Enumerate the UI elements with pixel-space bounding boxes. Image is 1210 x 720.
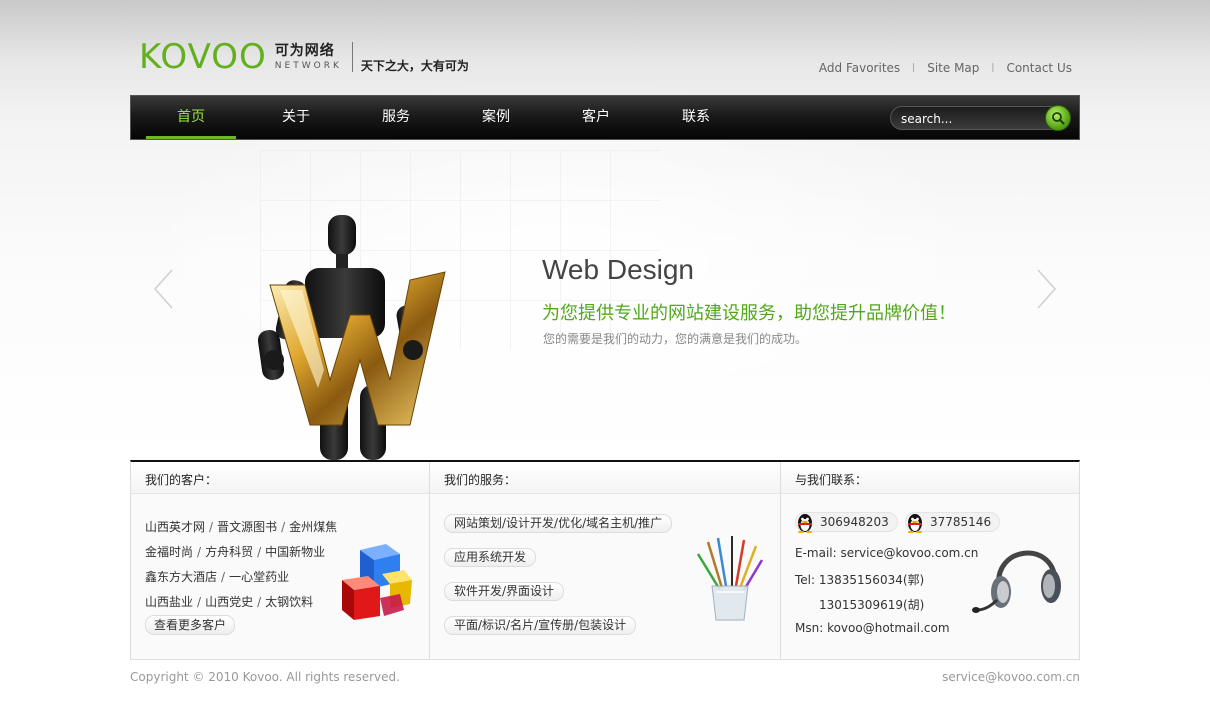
contact-msn: Msn: kovoo@hotmail.com	[795, 621, 950, 635]
services-panel: 我们的服务： 网站策划/设计开发/优化/域名主机/推广 应用系统开发 软件开发/…	[430, 462, 781, 660]
copyright-text: Copyright © 2010 Kovoo. All rights reser…	[130, 670, 400, 684]
search-input[interactable]	[901, 110, 1031, 128]
next-slide-button[interactable]	[1034, 268, 1058, 310]
nav-item-home[interactable]: 首页	[146, 96, 236, 139]
nav-item-contact[interactable]: 联系	[646, 96, 746, 139]
service-item[interactable]: 软件开发/界面设计	[444, 582, 565, 601]
client-link[interactable]: 金福时尚	[145, 545, 193, 559]
link-separator: |	[912, 63, 916, 73]
logo-en: NETWORK	[274, 61, 342, 71]
nav-item-clients[interactable]: 客户	[546, 96, 646, 139]
mannequin-w-illustration	[257, 215, 446, 460]
clients-heading: 我们的客户：	[131, 462, 429, 494]
add-favorites-link[interactable]: Add Favorites	[819, 61, 900, 75]
client-link[interactable]: 一心堂药业	[229, 570, 289, 584]
footer-email[interactable]: service@kovoo.com.cn	[942, 670, 1080, 684]
site-footer: Copyright © 2010 Kovoo. All rights reser…	[130, 670, 1080, 684]
client-link[interactable]: 山西党史	[205, 595, 253, 609]
nav-item-services[interactable]: 服务	[346, 96, 446, 139]
clients-row: 山西盐业 / 山西党史 / 太钢饮料	[145, 595, 314, 609]
search-box	[890, 105, 1071, 131]
client-link[interactable]: 金州煤焦	[289, 520, 337, 534]
headset-illustration	[972, 550, 1061, 613]
banner-description: 您的需要是我们的动力，您的满意是我们的成功。	[543, 332, 808, 346]
clients-row: 鑫东方大酒店 / 一心堂药业	[145, 570, 290, 584]
qq-contact[interactable]: 306948203	[795, 512, 898, 533]
service-item[interactable]: 网站策划/设计开发/优化/域名主机/推广	[444, 514, 673, 533]
hero-banner: Web Design 为您提供专业的网站建设服务，助您提升品牌价值！ 您的需要是…	[130, 140, 1080, 460]
main-nav: 首页 关于 服务 案例 客户 联系	[130, 95, 1080, 140]
contact-tel-2: 13015309619(胡)	[819, 598, 925, 612]
qq-penguin-icon	[798, 514, 812, 533]
service-item[interactable]: 平面/标识/名片/宣传册/包装设计	[444, 616, 637, 635]
link-separator: |	[991, 63, 995, 73]
color-cubes-illustration	[342, 544, 412, 620]
pencil-cup-illustration	[696, 536, 764, 621]
clients-list: 山西英才网 / 晋文源图书 / 金州煤焦 金福时尚 / 方舟科贸 / 中国新物业 鑫东方大酒店 /…	[145, 515, 337, 615]
client-link[interactable]: 太钢饮料	[265, 595, 313, 609]
client-link[interactable]: 方舟科贸	[205, 545, 253, 559]
contact-us-link[interactable]: Contact Us	[1006, 61, 1072, 75]
nav-item-cases[interactable]: 案例	[446, 96, 546, 139]
qq-penguin-icon	[908, 514, 922, 533]
logo-wordmark: KOVOO	[139, 37, 267, 77]
nav-item-about[interactable]: 关于	[246, 96, 346, 139]
top-links: Add Favorites | Site Map | Contact Us	[819, 61, 1072, 75]
service-item[interactable]: 应用系统开发	[444, 548, 537, 567]
contact-panel: 与我们联系： 306948203 37785146 E-mail: servic…	[781, 462, 1079, 660]
clients-row: 山西英才网 / 晋文源图书 / 金州煤焦	[145, 520, 338, 534]
logo-cn: 可为网络	[274, 43, 335, 59]
services-heading: 我们的服务：	[430, 462, 780, 494]
clients-row: 金福时尚 / 方舟科贸 / 中国新物业	[145, 545, 326, 559]
contact-email: E-mail: service@kovoo.com.cn	[795, 546, 979, 560]
qq-number: 37785146	[930, 515, 992, 529]
logo-divider	[351, 42, 353, 72]
logo[interactable]: KOVOO 可为网络 NETWORK 天下之大，大有可为	[139, 40, 469, 74]
client-link[interactable]: 鑫东方大酒店	[145, 570, 217, 584]
clients-panel: 我们的客户： 山西英才网 / 晋文源图书 / 金州煤焦 金福时尚 / 方舟科贸 / 中国新物业 …	[131, 462, 430, 660]
client-link[interactable]: 山西英才网	[145, 520, 205, 534]
client-link[interactable]: 山西盐业	[145, 595, 193, 609]
client-link[interactable]: 中国新物业	[265, 545, 325, 559]
prev-slide-button[interactable]	[152, 268, 176, 310]
qq-contact[interactable]: 37785146	[905, 512, 1001, 533]
site-header: KOVOO 可为网络 NETWORK 天下之大，大有可为 Add Favorit…	[130, 0, 1080, 95]
info-panels: 我们的客户： 山西英才网 / 晋文源图书 / 金州煤焦 金福时尚 / 方舟科贸 / 中国新物业 …	[130, 460, 1080, 660]
more-clients-button[interactable]: 查看更多客户	[145, 615, 236, 635]
banner-title: Web Design	[542, 254, 695, 285]
logo-text: 可为网络 NETWORK	[275, 43, 342, 71]
chevron-left-icon	[153, 269, 173, 309]
slogan: 天下之大，大有可为	[360, 59, 469, 73]
qq-number: 306948203	[820, 515, 889, 529]
chevron-right-icon	[1037, 269, 1057, 309]
contact-heading: 与我们联系：	[781, 462, 1079, 494]
site-map-link[interactable]: Site Map	[927, 61, 979, 75]
search-icon	[1052, 112, 1065, 125]
banner-subtitle: 为您提供专业的网站建设服务，助您提升品牌价值！	[542, 303, 956, 324]
client-link[interactable]: 晋文源图书	[217, 520, 277, 534]
contact-tel: Tel: 13835156034(郭)	[795, 573, 925, 587]
search-button[interactable]	[1045, 105, 1071, 131]
